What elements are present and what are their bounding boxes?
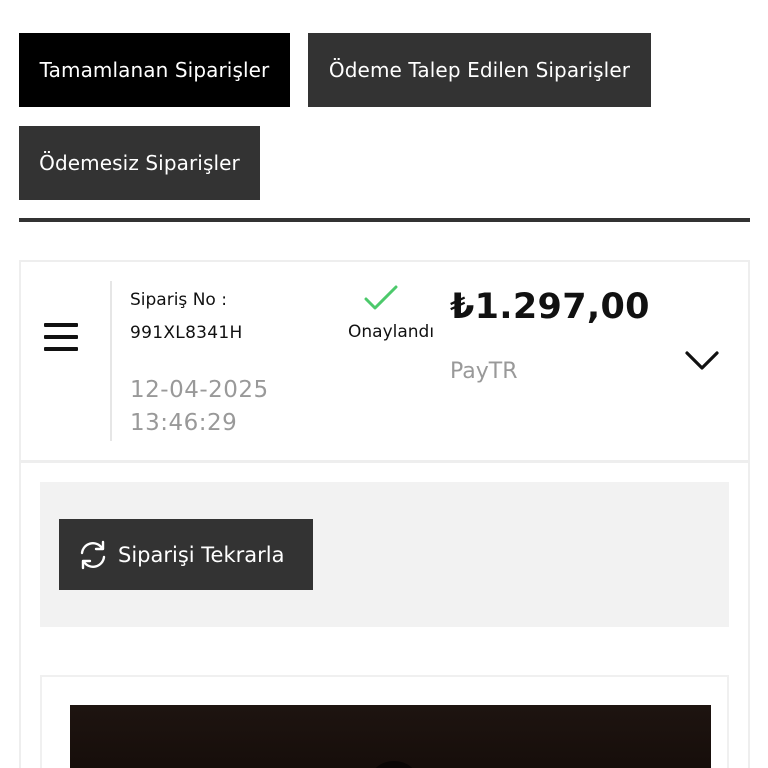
order-status: Onaylandı <box>348 322 435 342</box>
reorder-button-label: Siparişi Tekrarla <box>118 542 285 567</box>
tab-completed-orders-label: Tamamlanan Siparişler <box>39 58 270 82</box>
order-date: 12-04-2025 <box>130 377 269 403</box>
order-number: 991XL8341H <box>130 323 243 343</box>
payment-method: PayTR <box>450 359 518 384</box>
tab-payment-requested-orders-label: Ödeme Talep Edilen Siparişler <box>328 58 631 82</box>
order-price: ₺1.297,00 <box>450 287 650 327</box>
order-actions-panel: Siparişi Tekrarla <box>40 482 729 627</box>
refresh-icon <box>80 540 106 569</box>
tab-unpaid-orders[interactable]: Ödemesiz Siparişler <box>19 126 260 200</box>
menu-icon[interactable] <box>44 323 78 351</box>
chevron-down-icon[interactable] <box>684 350 720 372</box>
tab-payment-requested-orders[interactable]: Ödeme Talep Edilen Siparişler <box>308 33 651 107</box>
tab-unpaid-orders-label: Ödemesiz Siparişler <box>39 151 240 175</box>
order-time: 13:46:29 <box>130 410 238 436</box>
header-separator <box>110 281 112 441</box>
order-number-label: Sipariş No : <box>130 290 227 310</box>
product-card <box>40 675 729 768</box>
product-image[interactable] <box>70 705 711 768</box>
tab-completed-orders[interactable]: Tamamlanan Siparişler <box>19 33 290 107</box>
order-card: Sipariş No : 991XL8341H 12-04-2025 13:46… <box>19 260 750 768</box>
order-header[interactable]: Sipariş No : 991XL8341H 12-04-2025 13:46… <box>21 262 748 463</box>
check-icon <box>364 285 398 310</box>
reorder-button[interactable]: Siparişi Tekrarla <box>59 519 313 590</box>
tabs-divider <box>19 218 750 222</box>
